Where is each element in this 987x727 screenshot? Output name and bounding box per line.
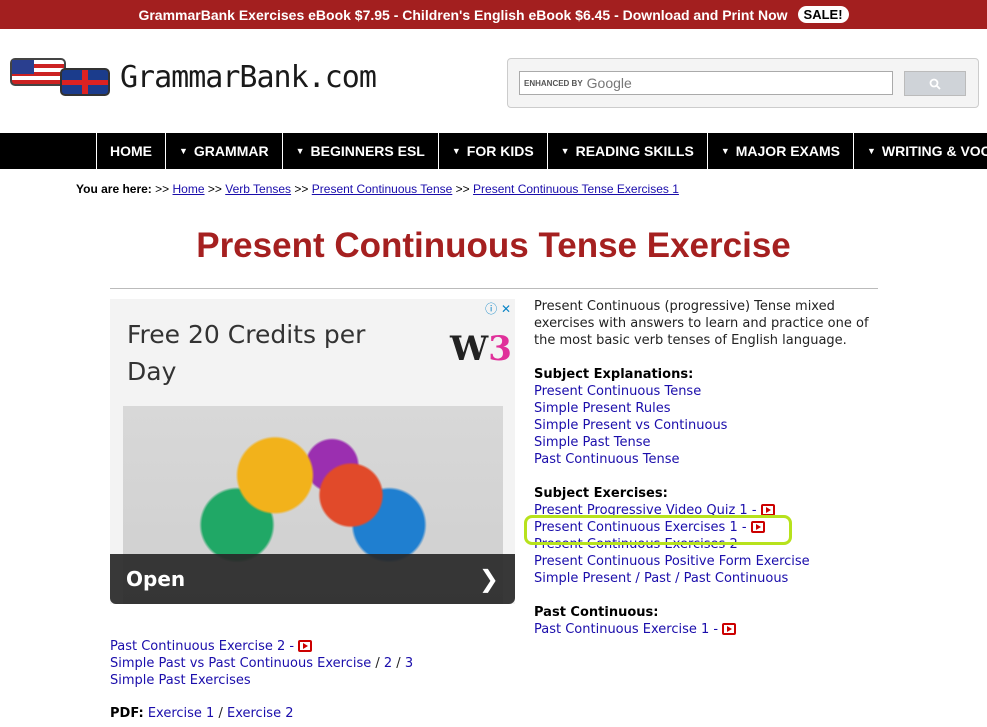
dropdown-caret-icon: ▼	[451, 146, 461, 156]
link-simple-past-tense[interactable]: Simple Past Tense	[534, 434, 884, 451]
highlight-outline	[524, 515, 792, 545]
site-logo[interactable]: GrammarBank.com	[10, 55, 377, 99]
link-past-continuous-tense[interactable]: Past Continuous Tense	[534, 451, 884, 468]
search-box: ENHANCED BY Google	[507, 58, 979, 108]
explanations-section: Subject Explanations: Present Continuous…	[534, 366, 884, 468]
chevron-right-icon: ❯	[478, 565, 499, 593]
promo-banner[interactable]: GrammarBank Exercises eBook $7.95 - Chil…	[0, 0, 987, 29]
breadcrumb-verb-tenses[interactable]: Verb Tenses	[225, 182, 291, 196]
breadcrumb: You are here: >> Home >> Verb Tenses >> …	[76, 182, 679, 196]
nav-home[interactable]: HOME	[96, 133, 165, 169]
link-simple-present-past-continuous[interactable]: Simple Present / Past / Past Continuous	[534, 570, 884, 587]
breadcrumb-current[interactable]: Present Continuous Tense Exercises 1	[473, 182, 679, 196]
past-continuous-heading: Past Continuous:	[534, 605, 659, 620]
link-pdf-exercise-2[interactable]: Exercise 2	[227, 706, 294, 721]
search-enhanced-label: ENHANCED BY	[524, 78, 583, 88]
right-column: Present Continuous (progressive) Tense m…	[534, 298, 884, 655]
divider	[110, 288, 878, 289]
breadcrumb-label: You are here:	[76, 182, 152, 196]
pdf-label: PDF:	[110, 706, 144, 721]
search-icon	[929, 78, 941, 90]
promo-text[interactable]: GrammarBank Exercises eBook $7.95 - Chil…	[138, 7, 787, 23]
main-nav: HOME ▼ GRAMMAR ▼ BEGINNERS ESL ▼ FOR KIDS ▼…	[0, 133, 987, 169]
nav-major-exams[interactable]: ▼ MAJOR EXAMS	[706, 133, 853, 169]
link-simple-present-rules[interactable]: Simple Present Rules	[534, 400, 884, 417]
logo-text: GrammarBank.com	[120, 59, 377, 95]
dropdown-caret-icon: ▼	[179, 146, 188, 156]
link-past-continuous-exercise-2[interactable]: Past Continuous Exercise 2 -	[110, 639, 313, 654]
sale-badge[interactable]: SALE!	[797, 6, 849, 23]
left-links: Past Continuous Exercise 2 - Simple Past…	[110, 639, 414, 688]
link-simple-past-vs-past-continuous-2[interactable]: 2	[384, 656, 392, 671]
nav-reading-skills[interactable]: ▼ READING SKILLS	[546, 133, 707, 169]
link-pdf-exercise-1[interactable]: Exercise 1	[148, 706, 215, 721]
nav-writing-vocab[interactable]: ▼WRITING & VOCAB	[852, 133, 987, 169]
link-simple-past-vs-past-continuous-3[interactable]: 3	[405, 656, 413, 671]
ad-open-button[interactable]: Open ❯	[110, 554, 515, 604]
exercises-heading: Subject Exercises:	[534, 486, 668, 501]
dropdown-caret-icon: ▼	[866, 146, 876, 156]
search-button[interactable]	[904, 71, 966, 96]
link-simple-past-vs-past-continuous[interactable]: Simple Past vs Past Continuous Exercise	[110, 656, 371, 671]
nav-beginners-esl[interactable]: ▼ BEGINNERS ESL	[281, 133, 438, 169]
ad-open-label: Open	[126, 567, 186, 591]
breadcrumb-present-continuous[interactable]: Present Continuous Tense	[312, 182, 453, 196]
pdf-links: PDF: Exercise 1 / Exercise 2	[110, 706, 294, 721]
ad-headline[interactable]: Free 20 Credits per Day	[127, 316, 407, 390]
past-continuous-section: Past Continuous: Past Continuous Exercis…	[534, 604, 884, 638]
video-icon	[722, 623, 737, 635]
link-positive-form-exercise[interactable]: Present Continuous Positive Form Exercis…	[534, 553, 884, 570]
search-input[interactable]: ENHANCED BY Google	[519, 71, 893, 95]
link-simple-present-vs-continuous[interactable]: Simple Present vs Continuous	[534, 417, 884, 434]
logo-flag-icon	[10, 56, 110, 98]
explanations-heading: Subject Explanations:	[534, 367, 694, 382]
ad-logo[interactable]: W3	[450, 329, 512, 369]
advertisement[interactable]: ⓘ ✕ Free 20 Credits per Day W3 Open ❯	[110, 299, 515, 604]
breadcrumb-home[interactable]: Home	[173, 182, 205, 196]
link-present-continuous-tense[interactable]: Present Continuous Tense	[534, 383, 884, 400]
intro-text: Present Continuous (progressive) Tense m…	[534, 299, 869, 348]
video-icon	[298, 640, 313, 652]
link-past-continuous-exercise-1[interactable]: Past Continuous Exercise 1 -	[534, 621, 884, 638]
nav-grammar[interactable]: ▼ GRAMMAR	[165, 133, 282, 169]
nav-for-kids[interactable]: ▼ FOR KIDS	[437, 133, 547, 169]
ad-close-icon[interactable]: ⓘ ✕	[485, 300, 511, 317]
dropdown-caret-icon: ▼	[720, 146, 730, 156]
dropdown-caret-icon: ▼	[560, 146, 570, 156]
link-simple-past-exercises[interactable]: Simple Past Exercises	[110, 673, 251, 688]
search-google-label: Google	[586, 75, 632, 91]
page-title: Present Continuous Tense Exercise	[196, 226, 791, 265]
dropdown-caret-icon: ▼	[295, 146, 305, 156]
